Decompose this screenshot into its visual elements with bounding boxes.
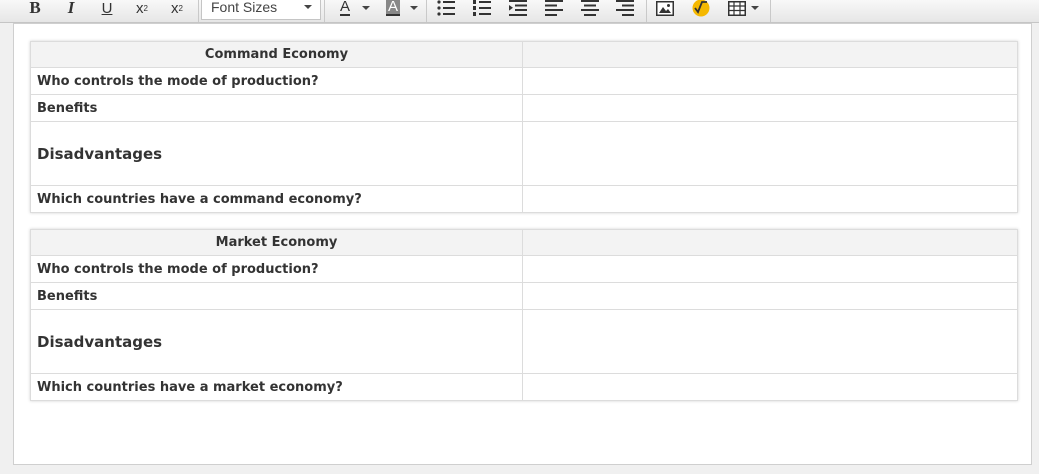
command-economy-table: Command Economy Who controls the mode of…: [30, 41, 1018, 213]
row-value-cell[interactable]: [522, 121, 1018, 186]
table-title: Market Economy: [30, 229, 523, 256]
row-label: Who controls the mode of production?: [30, 255, 523, 283]
toolbar-separator: [646, 0, 647, 22]
row-label: Who controls the mode of production?: [30, 67, 523, 95]
font-sizes-select[interactable]: Font Sizes: [201, 0, 321, 20]
table-row: Disadvantages: [30, 309, 1018, 374]
row-value-cell[interactable]: [522, 255, 1018, 283]
toolbar-separator: [198, 0, 199, 22]
editor-toolbar: B I U x2 x2 Font Sizes A A: [0, 0, 1039, 23]
underline-icon[interactable]: U: [96, 0, 118, 20]
table-header-blank: [522, 229, 1018, 256]
row-label: Benefits: [30, 282, 523, 310]
row-label: Disadvantages: [30, 309, 523, 374]
numbered-list-icon[interactable]: [471, 0, 493, 20]
superscript-icon[interactable]: x2: [131, 0, 153, 20]
image-icon[interactable]: [654, 0, 676, 20]
row-value-cell[interactable]: [522, 282, 1018, 310]
bullet-list-icon[interactable]: [435, 0, 457, 20]
market-economy-table: Market Economy Who controls the mode of …: [30, 229, 1018, 401]
table-row: Disadvantages: [30, 121, 1018, 186]
background-color-dropdown-icon[interactable]: [410, 6, 418, 10]
table-title: Command Economy: [30, 41, 523, 68]
status-bar: [0, 466, 1039, 474]
table-row: Which countries have a market economy?: [30, 373, 1018, 401]
toolbar-separator: [770, 0, 771, 22]
toolbar-separator: [324, 0, 325, 22]
row-label: Benefits: [30, 94, 523, 122]
align-right-icon[interactable]: [614, 0, 636, 20]
table-row: Who controls the mode of production?: [30, 255, 1018, 283]
row-value-cell[interactable]: [522, 67, 1018, 95]
text-color-dropdown-icon[interactable]: [362, 6, 370, 10]
font-sizes-label: Font Sizes: [211, 0, 278, 15]
align-left-icon[interactable]: [543, 0, 565, 20]
bold-icon[interactable]: B: [24, 0, 46, 20]
table-row: Benefits: [30, 94, 1018, 122]
editor-content-area[interactable]: Command Economy Who controls the mode of…: [13, 23, 1032, 465]
table-icon[interactable]: [726, 0, 748, 20]
subscript-icon[interactable]: x2: [166, 0, 188, 20]
row-label: Disadvantages: [30, 121, 523, 186]
chevron-down-icon: [304, 5, 312, 9]
row-value-cell[interactable]: [522, 94, 1018, 122]
row-label: Which countries have a market economy?: [30, 373, 523, 401]
text-color-icon[interactable]: A: [334, 0, 356, 20]
row-value-cell[interactable]: [522, 185, 1018, 213]
indent-icon[interactable]: [507, 0, 529, 20]
row-label: Which countries have a command economy?: [30, 185, 523, 213]
row-value-cell[interactable]: [522, 373, 1018, 401]
table-row: Who controls the mode of production?: [30, 67, 1018, 95]
table-row: Benefits: [30, 282, 1018, 310]
align-center-icon[interactable]: [579, 0, 601, 20]
background-color-icon[interactable]: A: [382, 0, 404, 20]
formula-icon[interactable]: [690, 0, 712, 20]
italic-icon[interactable]: I: [60, 0, 82, 20]
table-dropdown-icon[interactable]: [751, 6, 759, 10]
table-header-blank: [522, 41, 1018, 68]
table-row: Which countries have a command economy?: [30, 185, 1018, 213]
toolbar-separator: [426, 0, 427, 22]
row-value-cell[interactable]: [522, 309, 1018, 374]
